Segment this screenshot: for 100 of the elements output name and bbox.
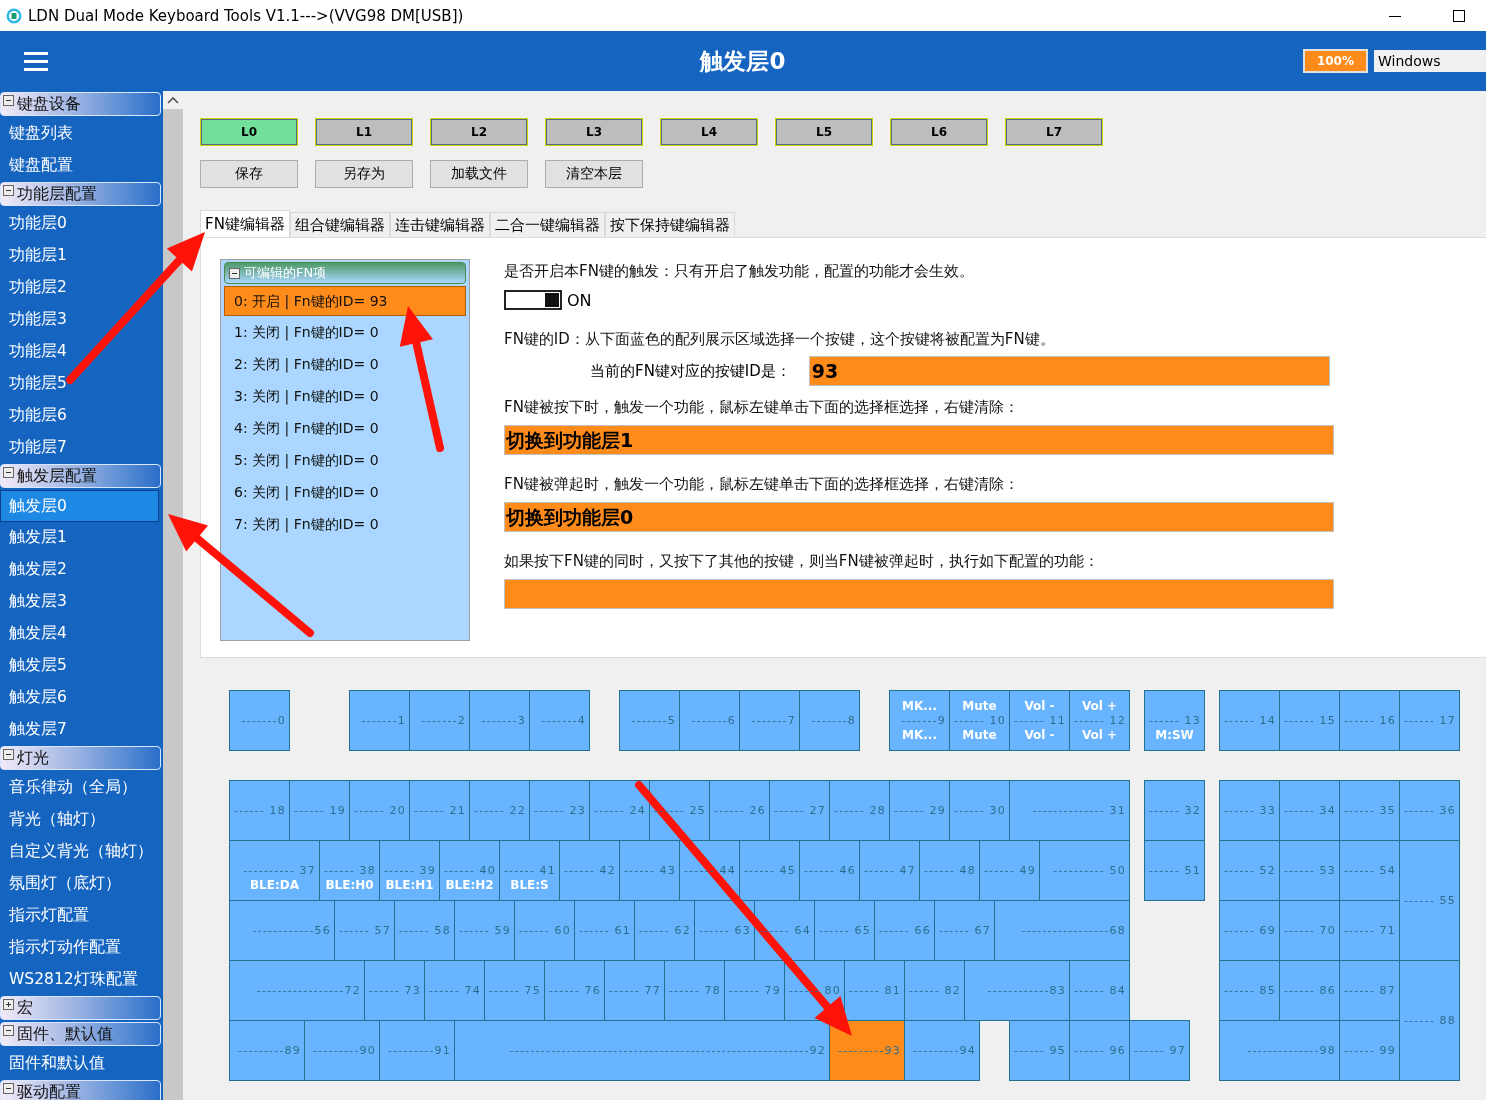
keyboard-key[interactable]: ------ 62	[634, 900, 695, 961]
keyboard-key[interactable]: MK... -------9 MK...	[889, 690, 950, 751]
keyboard-key[interactable]: ------ 33	[1219, 780, 1280, 841]
keyboard-key[interactable]: ------ 28	[829, 780, 890, 841]
keyboard-key[interactable]: ------ 60	[514, 900, 575, 961]
fn-list-item[interactable]: 6: 关闭 | Fn键的ID= 0	[224, 476, 466, 508]
keyboard-key[interactable]: ------ 47	[859, 840, 920, 901]
collapse-icon[interactable]	[3, 184, 14, 196]
sidebar-item[interactable]: 固件和默认值	[0, 1048, 159, 1080]
sidebar-item[interactable]: 指示灯配置	[0, 900, 159, 932]
keyboard-key[interactable]: -------1	[349, 690, 410, 751]
keyboard-key[interactable]: ------ 21	[409, 780, 470, 841]
combo-action-field[interactable]	[504, 579, 1334, 609]
sidebar-item[interactable]: 自定义背光（轴灯）	[0, 836, 159, 868]
keyboard-key[interactable]: ------ 16	[1339, 690, 1400, 751]
layer-button[interactable]: L1	[315, 118, 413, 146]
scrollbar[interactable]	[163, 91, 183, 1100]
keyboard-key[interactable]: ------ 71	[1339, 900, 1400, 961]
keyboard-key[interactable]: ------ 81	[844, 960, 905, 1021]
fn-list-item[interactable]: 5: 关闭 | Fn键的ID= 0	[224, 444, 466, 476]
tab[interactable]: 连击键编辑器	[389, 212, 490, 237]
keyboard-key[interactable]: ------ 19	[289, 780, 350, 841]
keyboard-key[interactable]: -------2	[409, 690, 470, 751]
sidebar-item[interactable]: 触发层3	[0, 586, 159, 618]
sidebar-item[interactable]: 触发层1	[0, 522, 159, 554]
keyboard-key[interactable]: -------8	[799, 690, 860, 751]
keyboard-key[interactable]: -------4	[529, 690, 590, 751]
section-header[interactable]: 键盘设备	[0, 92, 161, 116]
keyboard-key[interactable]: ---------90	[304, 1020, 380, 1081]
keyboard-key[interactable]: ------ 49	[979, 840, 1040, 901]
keyboard-key[interactable]: -------3	[469, 690, 530, 751]
layer-button[interactable]: L3	[545, 118, 643, 146]
keyboard-key[interactable]: ------ 86	[1279, 960, 1340, 1021]
collapse-icon[interactable]	[3, 466, 14, 478]
keyboard-key[interactable]: ----------------------------------------------------------92	[454, 1020, 830, 1081]
keyboard-key[interactable]: ------ 17	[1399, 690, 1460, 751]
keyboard-key[interactable]: ------ 39 BLE:H1	[379, 840, 440, 901]
keyboard-key[interactable]: ------ 52	[1219, 840, 1280, 901]
keyboard-key[interactable]: ------ 48	[919, 840, 980, 901]
keyboard-key[interactable]: -------------- 31	[1009, 780, 1130, 841]
sidebar-item[interactable]: 音乐律动（全局）	[0, 772, 159, 804]
scroll-up-icon[interactable]	[167, 96, 179, 104]
sidebar-item[interactable]: 氛围灯（底灯）	[0, 868, 159, 900]
keyboard-key[interactable]: -------0	[229, 690, 290, 751]
sidebar-item[interactable]: 功能层5	[0, 368, 159, 400]
keyboard-key[interactable]: ------ 76	[544, 960, 605, 1021]
id-field[interactable]: 93	[808, 356, 1330, 386]
collapse-icon[interactable]	[3, 1082, 14, 1094]
sidebar-item[interactable]: 功能层2	[0, 272, 159, 304]
keyboard-key[interactable]: Vol - ------ 11 Vol -	[1009, 690, 1070, 751]
keyboard-key[interactable]: ------ 85	[1219, 960, 1280, 1021]
collapse-icon[interactable]	[3, 1024, 14, 1036]
sidebar-item[interactable]: 指示灯动作配置	[0, 932, 159, 964]
action-button[interactable]: 清空本层	[545, 160, 643, 188]
list-header[interactable]: 可编辑的FN项	[224, 262, 466, 284]
keyboard-key[interactable]: ------ 73	[364, 960, 425, 1021]
collapse-icon[interactable]	[3, 94, 14, 106]
keyboard-key[interactable]: ------ 41 BLE:S	[499, 840, 560, 901]
keyboard-key[interactable]: --------------98	[1219, 1020, 1340, 1081]
layer-button[interactable]: L2	[430, 118, 528, 146]
press-action-field[interactable]: 切换到功能层1	[504, 425, 1334, 455]
keyboard-key[interactable]: ------ 24	[589, 780, 650, 841]
keyboard-key[interactable]: ------ 43	[619, 840, 680, 901]
keyboard-key[interactable]: ------ 79	[724, 960, 785, 1021]
keyboard-key[interactable]: ---------91	[379, 1020, 455, 1081]
keyboard-key[interactable]: ------ 82	[904, 960, 965, 1021]
keyboard-key[interactable]: ------ 40 BLE:H2	[439, 840, 500, 901]
keyboard-key[interactable]: -------5	[619, 690, 680, 751]
keyboard-key[interactable]: ---------- 50	[1039, 840, 1130, 901]
keyboard-key[interactable]: -------7	[739, 690, 800, 751]
sidebar-item[interactable]: 背光（轴灯）	[0, 804, 159, 836]
keyboard-key[interactable]: ------ 36	[1399, 780, 1460, 841]
keyboard-key[interactable]: ------ 15	[1279, 690, 1340, 751]
keyboard-key[interactable]: ---------94	[904, 1020, 980, 1081]
keyboard-key[interactable]: -----------------72	[229, 960, 365, 1021]
sidebar-item[interactable]: 功能层4	[0, 336, 159, 368]
sidebar-item[interactable]: 触发层0	[0, 490, 159, 522]
action-button[interactable]: 加载文件	[430, 160, 528, 188]
section-header[interactable]: 触发层配置	[0, 464, 161, 488]
keyboard-key[interactable]: Vol + ------ 12 Vol +	[1069, 690, 1130, 751]
keyboard-key[interactable]: ------ 29	[889, 780, 950, 841]
section-header[interactable]: 固件、默认值	[0, 1022, 161, 1046]
keyboard-key[interactable]: ------ 78	[664, 960, 725, 1021]
sidebar-item[interactable]: WS2812灯珠配置	[0, 964, 159, 996]
keyboard-key[interactable]: ------ 32	[1144, 780, 1205, 841]
keyboard-key[interactable]: ------ 54	[1339, 840, 1400, 901]
layer-button[interactable]: L6	[890, 118, 988, 146]
tab[interactable]: 二合一键编辑器	[489, 212, 605, 237]
fn-list-item[interactable]: 0: 开启 | Fn键的ID= 93	[224, 286, 466, 316]
fn-list-item[interactable]: 1: 关闭 | Fn键的ID= 0	[224, 316, 466, 348]
keyboard-key[interactable]: ------ 26	[709, 780, 770, 841]
keyboard-key[interactable]: ------ 70	[1279, 900, 1340, 961]
sidebar-item[interactable]: 功能层0	[0, 208, 159, 240]
keyboard-key[interactable]: ------------56	[229, 900, 335, 961]
maximize-icon[interactable]	[1452, 8, 1466, 23]
keyboard-key[interactable]: ------ 46	[799, 840, 860, 901]
keyboard-key[interactable]: ------ 18	[229, 780, 290, 841]
keyboard-key[interactable]: ------ 27	[769, 780, 830, 841]
sidebar-item[interactable]: 键盘列表	[0, 118, 159, 150]
keyboard-key[interactable]: ------ 74	[424, 960, 485, 1021]
